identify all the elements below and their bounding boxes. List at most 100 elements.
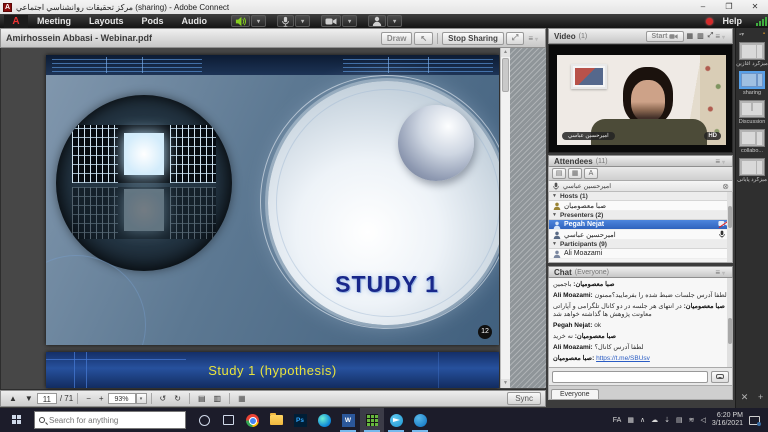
webcam-dropdown[interactable]: ▾: [342, 15, 357, 27]
language-indicator[interactable]: FA: [613, 417, 622, 424]
adobe-connect-taskbar-icon[interactable]: [360, 408, 384, 432]
share-scrollbar-thumb[interactable]: [502, 58, 509, 92]
zoom-in-icon[interactable]: +: [95, 394, 108, 403]
minimize-button[interactable]: –: [690, 0, 716, 14]
attendee-grid-view-icon[interactable]: ▦: [568, 168, 582, 179]
chrome-icon[interactable]: [240, 408, 264, 432]
edge-icon[interactable]: [312, 408, 336, 432]
dismiss-speaker-icon[interactable]: ⊗: [722, 182, 729, 191]
chat-scrollbar[interactable]: [727, 278, 732, 367]
stop-sharing-button[interactable]: Stop Sharing: [442, 32, 504, 45]
sidebar-maximize-icon[interactable]: ▪: [763, 31, 765, 38]
telegram-icon[interactable]: [384, 408, 408, 432]
scroll-up-icon[interactable]: ▲: [501, 48, 510, 57]
share-pod-menu-icon[interactable]: ≡▾: [528, 34, 540, 43]
keyboard-icon[interactable]: ▦: [627, 416, 634, 424]
share-scrollbar[interactable]: ▲ ▼: [500, 48, 510, 388]
microphone-icon[interactable]: [277, 15, 294, 27]
help-menu[interactable]: Help: [713, 14, 751, 28]
skype-icon[interactable]: [408, 408, 432, 432]
volume-icon[interactable]: ◁: [700, 416, 705, 424]
attendees-scrollbar-thumb[interactable]: [728, 206, 732, 228]
page-number-input[interactable]: 11: [37, 393, 57, 404]
start-webcam-button[interactable]: Start: [646, 31, 685, 42]
filmstrip-view-icon[interactable]: ▥: [695, 32, 706, 40]
attendee-row-presenter[interactable]: اميرحسين عباسي: [549, 230, 732, 240]
connection-signal-icon[interactable]: [756, 17, 768, 26]
page-up-icon[interactable]: ▲: [5, 394, 21, 403]
task-view-icon[interactable]: [216, 408, 240, 432]
attendee-sort-icon[interactable]: A: [584, 168, 598, 179]
close-button[interactable]: ✕: [742, 0, 768, 14]
action-center-icon[interactable]: [749, 416, 760, 425]
tray-app-icon[interactable]: ▤: [676, 416, 683, 424]
layout-item-closing[interactable]: میزگرد پایانی: [737, 158, 767, 183]
file-explorer-icon[interactable]: [264, 408, 288, 432]
status-icon[interactable]: [368, 15, 386, 27]
menu-audio[interactable]: Audio: [173, 14, 217, 28]
video-fullscreen-icon[interactable]: ⤢: [706, 32, 716, 40]
search-input[interactable]: [49, 416, 181, 425]
hidden-icons-chevron[interactable]: ∧: [640, 416, 645, 424]
zoom-out-icon[interactable]: −: [82, 394, 95, 403]
word-icon[interactable]: W: [336, 408, 360, 432]
pointer-tool-button[interactable]: ↖: [414, 32, 433, 45]
onedrive-cloud-icon[interactable]: ☁: [651, 416, 658, 424]
add-layout-icon[interactable]: +: [758, 392, 763, 403]
zoom-level-value[interactable]: 93%: [108, 393, 136, 404]
microphone-dropdown[interactable]: ▾: [295, 15, 310, 27]
sync-button[interactable]: Sync: [507, 392, 541, 405]
send-message-button[interactable]: [711, 371, 729, 383]
speaker-dropdown[interactable]: ▾: [251, 15, 266, 27]
attendees-pod-menu-icon[interactable]: ≡▾: [715, 157, 727, 166]
video-pod-menu-icon[interactable]: ≡▾: [715, 32, 727, 41]
draw-button[interactable]: Draw: [381, 32, 413, 45]
layout-item-sharing[interactable]: sharing: [739, 71, 765, 96]
menu-pods[interactable]: Pods: [133, 14, 173, 28]
fit-width-icon[interactable]: ▥: [210, 394, 226, 403]
hosts-section-header[interactable]: ▼Hosts (1): [549, 192, 732, 201]
rotate-right-icon[interactable]: ↻: [170, 394, 185, 403]
chat-link[interactable]: https://t.me/SBUsv: [596, 355, 650, 362]
cortana-icon[interactable]: [192, 408, 216, 432]
page-down-icon[interactable]: ▼: [21, 394, 37, 403]
attendees-scrollbar[interactable]: [727, 192, 732, 262]
attendee-row-host[interactable]: صبا معصوميان: [549, 201, 732, 211]
overlay-grid-icon[interactable]: ▦: [234, 394, 250, 403]
presenters-section-header[interactable]: ▼Presenters (2): [549, 211, 732, 220]
status-dropdown[interactable]: ▾: [387, 15, 402, 27]
chat-message-input[interactable]: [552, 371, 708, 383]
speaker-icon[interactable]: [231, 15, 250, 27]
chat-pod-menu-icon[interactable]: ≡▾: [715, 268, 727, 277]
attendee-row-participant[interactable]: Ali Moazami: [549, 249, 732, 259]
usb-eject-icon[interactable]: ⇣: [664, 416, 670, 424]
layout-item-discussion[interactable]: Discussion: [739, 100, 766, 125]
slide-next-preview[interactable]: Study 1 (hypothesis): [46, 352, 499, 388]
webcam-video[interactable]: اميرحسين عباسي HD: [557, 55, 726, 145]
webcam-icon[interactable]: [321, 15, 341, 27]
fit-page-icon[interactable]: ▤: [194, 394, 210, 403]
menu-meeting[interactable]: Meeting: [28, 14, 80, 28]
rotate-left-icon[interactable]: ↺: [156, 394, 171, 403]
slide-current[interactable]: STUDY 1 12: [46, 55, 499, 345]
photoshop-icon[interactable]: Ps: [288, 408, 312, 432]
grid-view-icon[interactable]: ▦: [684, 32, 695, 40]
attendee-list-view-icon[interactable]: ▤: [552, 168, 566, 179]
layout-tools-icon[interactable]: ✕: [741, 392, 749, 403]
tab-everyone[interactable]: Everyone: [551, 389, 599, 399]
layout-item-collaboration[interactable]: collabo...: [739, 129, 765, 154]
taskbar-clock[interactable]: 6:20 PM 3/16/2021: [712, 412, 743, 428]
attendee-row-presenter-selected[interactable]: Pegah Nejat: [549, 220, 732, 230]
sidebar-menu-icon[interactable]: ▪▾: [739, 31, 744, 38]
scroll-down-icon[interactable]: ▼: [501, 379, 510, 388]
maximize-button[interactable]: ❐: [716, 0, 742, 14]
layout-item-opening[interactable]: میزگرد آغازین: [736, 42, 768, 67]
participants-section-header[interactable]: ▼Participants (9): [549, 240, 732, 249]
fullscreen-icon[interactable]: ⤢: [506, 32, 524, 45]
network-icon[interactable]: ≋: [689, 416, 695, 424]
zoom-dropdown-icon[interactable]: ▾: [136, 393, 147, 404]
start-button[interactable]: [0, 408, 34, 432]
menu-layouts[interactable]: Layouts: [80, 14, 133, 28]
taskbar-search[interactable]: [34, 411, 186, 429]
chat-scrollbar-thumb[interactable]: [728, 318, 732, 344]
